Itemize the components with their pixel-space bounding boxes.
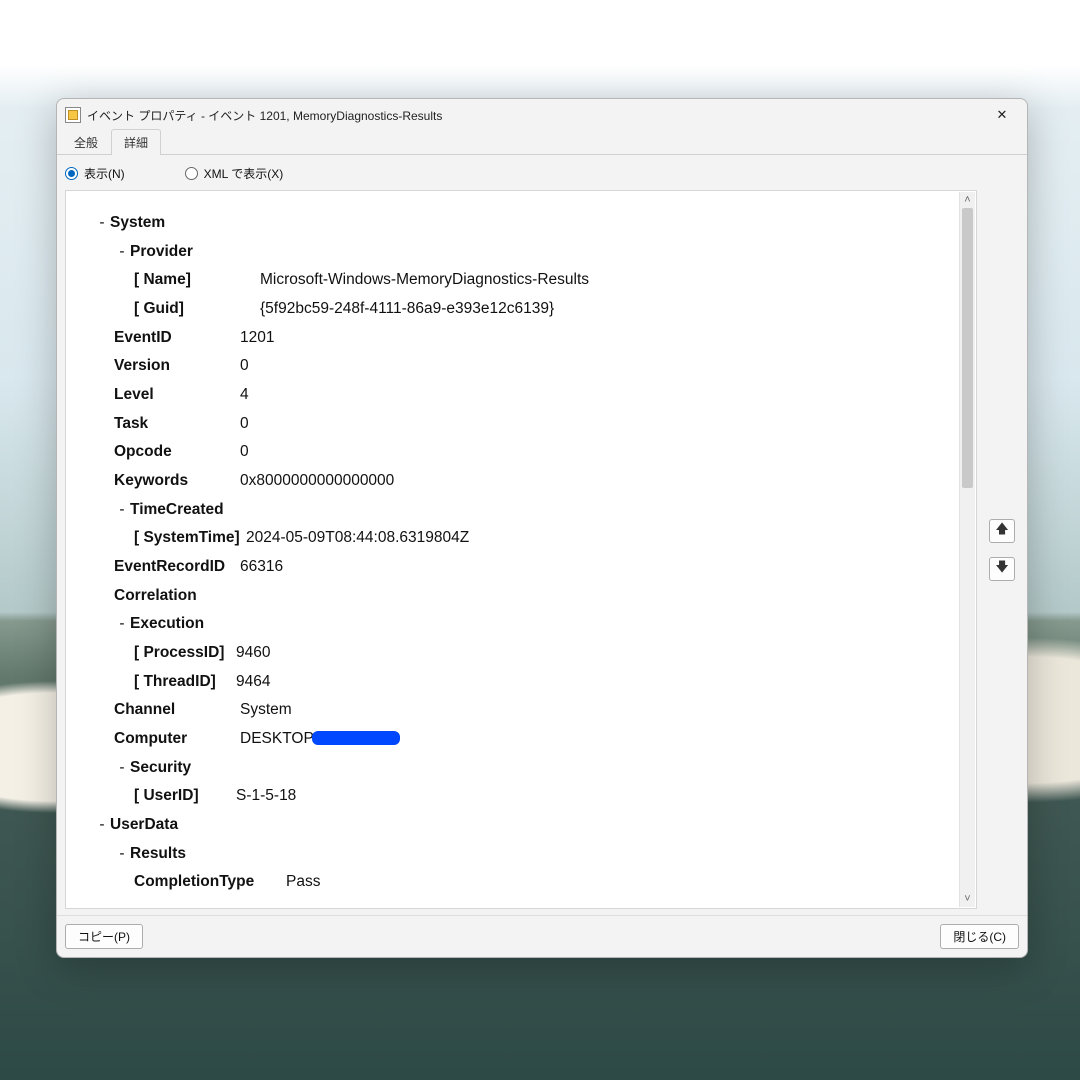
redaction-mark: [312, 731, 400, 745]
version-val: 0: [238, 352, 249, 381]
node-provider[interactable]: Provider: [130, 238, 193, 267]
radio-friendly-view[interactable]: 表示(N): [65, 165, 125, 182]
radio-dot-icon: [185, 167, 198, 180]
attr-threadid-val: 9464: [234, 668, 270, 697]
attr-provider-guid-key: Guid: [134, 295, 258, 324]
version-key: Version: [114, 352, 238, 381]
tab-details[interactable]: 詳細: [111, 129, 161, 155]
attr-processid-val: 9460: [234, 639, 270, 668]
tab-general[interactable]: 全般: [61, 129, 111, 155]
attr-provider-guid-val: {5f92bc59-248f-4111-86a9-e393e12c6139}: [258, 295, 554, 324]
attr-systemtime-key: SystemTime: [134, 524, 244, 553]
tab-bar: 全般 詳細: [57, 131, 1027, 155]
node-execution[interactable]: Execution: [130, 610, 204, 639]
task-val: 0: [238, 410, 249, 439]
dialog-footer: コピー(P) 閉じる(C): [57, 915, 1027, 957]
node-results[interactable]: Results: [130, 840, 186, 869]
arrow-down-icon: 🡇: [995, 558, 1008, 580]
scrollbar-thumb[interactable]: [962, 208, 973, 488]
tree-toggle[interactable]: -: [114, 610, 130, 639]
radio-dot-icon: [65, 167, 78, 180]
opcode-key: Opcode: [114, 438, 238, 467]
tree-toggle[interactable]: -: [94, 209, 110, 238]
completiontype-val: Pass: [284, 868, 320, 897]
event-properties-dialog: イベント プロパティ - イベント 1201, MemoryDiagnostic…: [56, 98, 1028, 958]
correlation-key: Correlation: [114, 582, 238, 611]
event-tree[interactable]: -System -Provider NameMicrosoft-Windows-…: [66, 191, 976, 908]
channel-key: Channel: [114, 696, 238, 725]
next-event-button[interactable]: 🡇: [989, 557, 1015, 581]
attr-threadid-key: ThreadID: [134, 668, 234, 697]
window-close-button[interactable]: ✕: [979, 101, 1025, 129]
channel-val: System: [238, 696, 292, 725]
view-mode-row: 表示(N) XML で表示(X): [57, 155, 1027, 190]
node-security[interactable]: Security: [130, 754, 191, 783]
attr-processid-key: ProcessID: [134, 639, 234, 668]
tree-toggle[interactable]: -: [94, 811, 110, 840]
eventrecordid-val: 66316: [238, 553, 283, 582]
task-key: Task: [114, 410, 238, 439]
details-pane: -System -Provider NameMicrosoft-Windows-…: [65, 190, 977, 909]
keywords-key: Keywords: [114, 467, 238, 496]
node-system[interactable]: System: [110, 209, 165, 238]
titlebar: イベント プロパティ - イベント 1201, MemoryDiagnostic…: [57, 99, 1027, 131]
close-button[interactable]: 閉じる(C): [940, 924, 1019, 949]
close-icon: ✕: [997, 107, 1008, 123]
radio-friendly-label: 表示(N): [84, 165, 125, 182]
level-key: Level: [114, 381, 238, 410]
scroll-up-icon[interactable]: ˄: [960, 192, 975, 208]
previous-event-button[interactable]: 🡅: [989, 519, 1015, 543]
app-icon: [65, 107, 81, 123]
keywords-val: 0x8000000000000000: [238, 467, 394, 496]
attr-provider-name-key: Name: [134, 266, 258, 295]
opcode-val: 0: [238, 438, 249, 467]
attr-systemtime-val: 2024-05-09T08:44:08.6319804Z: [244, 524, 469, 553]
vertical-scrollbar[interactable]: ˄ ˅: [959, 192, 975, 907]
attr-userid-val: S-1-5-18: [234, 782, 296, 811]
eventid-val: 1201: [238, 324, 274, 353]
eventid-key: EventID: [114, 324, 238, 353]
tree-toggle[interactable]: -: [114, 496, 130, 525]
tree-toggle[interactable]: -: [114, 840, 130, 869]
scroll-down-icon[interactable]: ˅: [960, 891, 975, 907]
radio-xml-label: XML で表示(X): [204, 165, 284, 182]
radio-xml-view[interactable]: XML で表示(X): [185, 165, 284, 182]
tree-toggle[interactable]: -: [114, 754, 130, 783]
computer-val: DESKTOP: [238, 725, 400, 754]
attr-provider-name-val: Microsoft-Windows-MemoryDiagnostics-Resu…: [258, 266, 589, 295]
node-timecreated[interactable]: TimeCreated: [130, 496, 224, 525]
node-userdata[interactable]: UserData: [110, 811, 178, 840]
computer-key: Computer: [114, 725, 238, 754]
level-val: 4: [238, 381, 249, 410]
eventrecordid-key: EventRecordID: [114, 553, 238, 582]
arrow-up-icon: 🡅: [995, 520, 1008, 542]
attr-userid-key: UserID: [134, 782, 234, 811]
correlation-val: [238, 582, 240, 611]
completiontype-key: CompletionType: [134, 868, 284, 897]
copy-button[interactable]: コピー(P): [65, 924, 143, 949]
window-title: イベント プロパティ - イベント 1201, MemoryDiagnostic…: [87, 107, 442, 124]
tree-toggle[interactable]: -: [114, 238, 130, 267]
record-nav-column: 🡅 🡇: [985, 190, 1019, 909]
